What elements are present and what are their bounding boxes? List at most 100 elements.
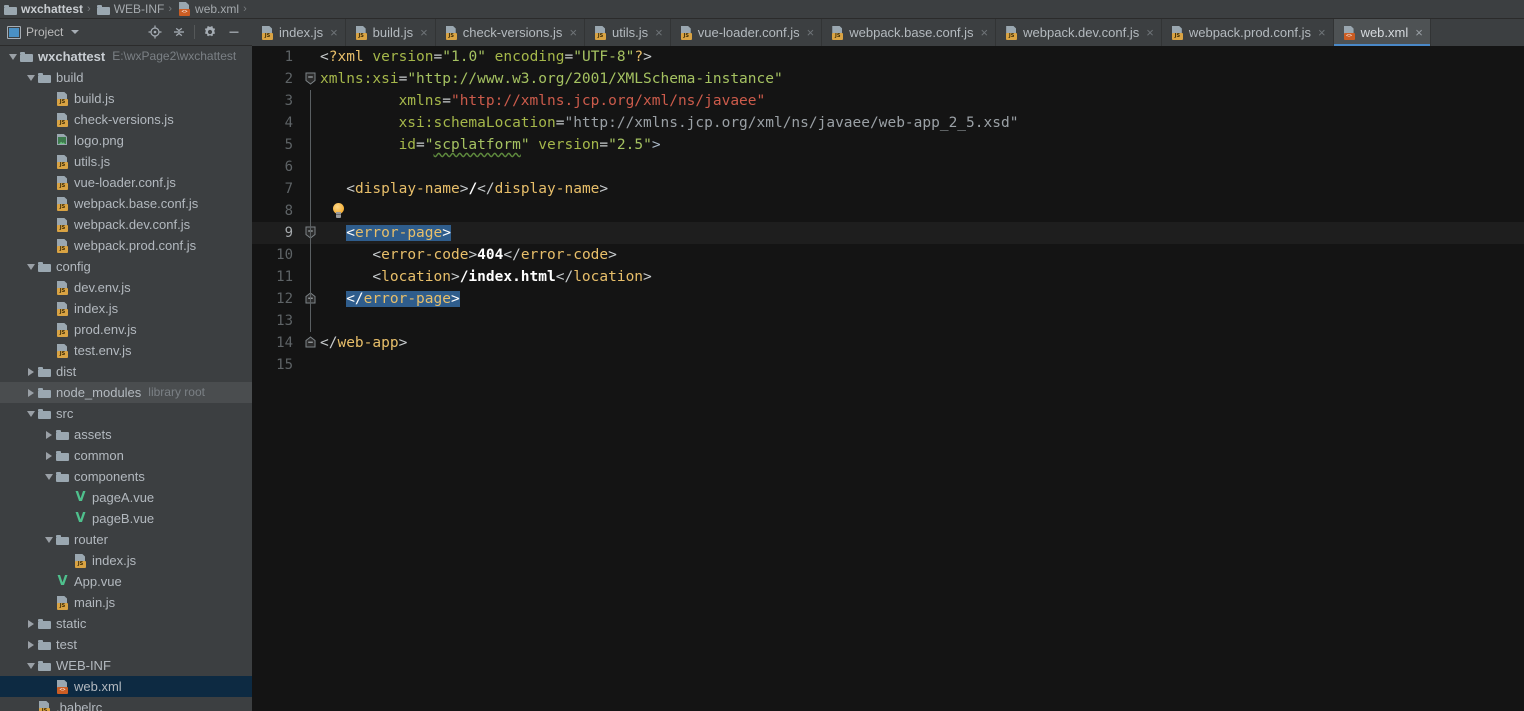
code-line[interactable]: 5 id="scplatform" version="2.5"> bbox=[252, 134, 1524, 156]
close-icon[interactable]: × bbox=[330, 26, 338, 39]
tree-file-row[interactable]: <>web.xml bbox=[0, 676, 252, 697]
code-line[interactable]: 12 </error-page> bbox=[252, 288, 1524, 310]
code-line[interactable]: 6 bbox=[252, 156, 1524, 178]
tree-file-row[interactable]: JStest.env.js bbox=[0, 340, 252, 361]
editor-tab[interactable]: JSwebpack.prod.conf.js× bbox=[1162, 19, 1334, 46]
code-line[interactable]: 9 <error-page> bbox=[252, 222, 1524, 244]
fold-gutter[interactable] bbox=[302, 332, 318, 354]
tree-file-row[interactable]: JSbuild.js bbox=[0, 88, 252, 109]
fold-gutter[interactable] bbox=[302, 112, 318, 134]
intention-bulb-icon[interactable] bbox=[332, 203, 345, 219]
close-icon[interactable]: × bbox=[1415, 26, 1423, 39]
editor-tab[interactable]: JScheck-versions.js× bbox=[436, 19, 585, 46]
collapse-all-icon[interactable] bbox=[167, 21, 191, 43]
tree-file-row[interactable]: JSdev.env.js bbox=[0, 277, 252, 298]
tree-folder-row[interactable]: config bbox=[0, 256, 252, 277]
tree-file-row[interactable]: JSwebpack.prod.conf.js bbox=[0, 235, 252, 256]
tree-folder-row[interactable]: WEB-INF bbox=[0, 655, 252, 676]
tree-folder-row[interactable]: components bbox=[0, 466, 252, 487]
collapse-arrow-icon[interactable] bbox=[24, 67, 38, 88]
close-icon[interactable]: × bbox=[807, 26, 815, 39]
tree-file-row[interactable]: VpageA.vue bbox=[0, 487, 252, 508]
fold-gutter[interactable] bbox=[302, 288, 318, 310]
tree-folder-row[interactable]: src bbox=[0, 403, 252, 424]
collapse-arrow-icon[interactable] bbox=[6, 46, 20, 67]
breadcrumb-item-project[interactable]: wxchattest bbox=[0, 0, 85, 18]
fold-gutter[interactable] bbox=[302, 266, 318, 288]
code-line[interactable]: 2xmlns:xsi="http://www.w3.org/2001/XMLSc… bbox=[252, 68, 1524, 90]
collapse-arrow-icon[interactable] bbox=[24, 655, 38, 676]
expand-arrow-icon[interactable] bbox=[24, 634, 38, 655]
project-tree[interactable]: wxchattestE:\wxPage2\wxchattestbuildJSbu… bbox=[0, 46, 252, 711]
fold-gutter[interactable] bbox=[302, 46, 318, 68]
fold-start-icon[interactable] bbox=[305, 72, 316, 85]
fold-gutter[interactable] bbox=[302, 310, 318, 332]
tree-file-row[interactable]: logo.png bbox=[0, 130, 252, 151]
fold-gutter[interactable] bbox=[302, 156, 318, 178]
editor-tab[interactable]: <>web.xml× bbox=[1334, 19, 1431, 46]
tree-file-row[interactable]: JSwebpack.dev.conf.js bbox=[0, 214, 252, 235]
code-line[interactable]: 13 bbox=[252, 310, 1524, 332]
editor-tab[interactable]: JSwebpack.dev.conf.js× bbox=[996, 19, 1162, 46]
tree-folder-row[interactable]: common bbox=[0, 445, 252, 466]
breadcrumb-item-webxml[interactable]: <> web.xml bbox=[174, 0, 241, 18]
close-icon[interactable]: × bbox=[655, 26, 663, 39]
editor-tab[interactable]: JSutils.js× bbox=[585, 19, 671, 46]
tree-file-row[interactable]: JSindex.js bbox=[0, 298, 252, 319]
fold-end-icon[interactable] bbox=[305, 336, 316, 349]
tree-file-row[interactable]: JScheck-versions.js bbox=[0, 109, 252, 130]
tree-folder-row[interactable]: build bbox=[0, 67, 252, 88]
code-line[interactable]: 11 <location>/index.html</location> bbox=[252, 266, 1524, 288]
tree-folder-row[interactable]: assets bbox=[0, 424, 252, 445]
code-line[interactable]: 7 <display-name>/</display-name> bbox=[252, 178, 1524, 200]
close-icon[interactable]: × bbox=[420, 26, 428, 39]
code-line[interactable]: 3 xmlns="http://xmlns.jcp.org/xml/ns/jav… bbox=[252, 90, 1524, 112]
code-editor[interactable]: 1<?xml version="1.0" encoding="UTF-8"?>2… bbox=[252, 46, 1524, 711]
tree-folder-row[interactable]: node_moduleslibrary root bbox=[0, 382, 252, 403]
tree-folder-row[interactable]: wxchattestE:\wxPage2\wxchattest bbox=[0, 46, 252, 67]
code-line[interactable]: 8 bbox=[252, 200, 1524, 222]
expand-arrow-icon[interactable] bbox=[24, 361, 38, 382]
tree-folder-row[interactable]: router bbox=[0, 529, 252, 550]
collapse-arrow-icon[interactable] bbox=[42, 529, 56, 550]
fold-gutter[interactable] bbox=[302, 200, 318, 222]
tree-file-row[interactable]: JSutils.js bbox=[0, 151, 252, 172]
tree-file-row[interactable]: VApp.vue bbox=[0, 571, 252, 592]
close-icon[interactable]: × bbox=[981, 26, 989, 39]
code-line[interactable]: 14</web-app> bbox=[252, 332, 1524, 354]
tree-file-row[interactable]: JSmain.js bbox=[0, 592, 252, 613]
editor-tab[interactable]: JSvue-loader.conf.js× bbox=[671, 19, 823, 46]
fold-gutter[interactable] bbox=[302, 222, 318, 244]
collapse-arrow-icon[interactable] bbox=[42, 466, 56, 487]
tree-folder-row[interactable]: static bbox=[0, 613, 252, 634]
close-icon[interactable]: × bbox=[1146, 26, 1154, 39]
code-line[interactable]: 10 <error-code>404</error-code> bbox=[252, 244, 1524, 266]
code-line[interactable]: 15 bbox=[252, 354, 1524, 376]
tree-file-row[interactable]: VpageB.vue bbox=[0, 508, 252, 529]
expand-arrow-icon[interactable] bbox=[42, 424, 56, 445]
tree-file-row[interactable]: JSprod.env.js bbox=[0, 319, 252, 340]
close-icon[interactable]: × bbox=[569, 26, 577, 39]
code-line[interactable]: 1<?xml version="1.0" encoding="UTF-8"?> bbox=[252, 46, 1524, 68]
tree-folder-row[interactable]: test bbox=[0, 634, 252, 655]
project-panel-title-button[interactable]: Project bbox=[0, 25, 79, 39]
collapse-arrow-icon[interactable] bbox=[24, 403, 38, 424]
gear-icon[interactable] bbox=[198, 21, 222, 43]
expand-arrow-icon[interactable] bbox=[24, 613, 38, 634]
tree-file-row[interactable]: JSvue-loader.conf.js bbox=[0, 172, 252, 193]
fold-gutter[interactable] bbox=[302, 354, 318, 376]
fold-gutter[interactable] bbox=[302, 90, 318, 112]
expand-arrow-icon[interactable] bbox=[24, 382, 38, 403]
minimize-icon[interactable] bbox=[222, 21, 246, 43]
editor-tab[interactable]: JSwebpack.base.conf.js× bbox=[822, 19, 996, 46]
tree-file-row[interactable]: JS.babelrc bbox=[0, 697, 252, 711]
fold-gutter[interactable] bbox=[302, 134, 318, 156]
tree-file-row[interactable]: JSwebpack.base.conf.js bbox=[0, 193, 252, 214]
editor-tab[interactable]: JSbuild.js× bbox=[346, 19, 436, 46]
fold-gutter[interactable] bbox=[302, 178, 318, 200]
fold-gutter[interactable] bbox=[302, 68, 318, 90]
locate-icon[interactable] bbox=[143, 21, 167, 43]
breadcrumb-item-webinf[interactable]: WEB-INF bbox=[93, 0, 167, 18]
fold-gutter[interactable] bbox=[302, 244, 318, 266]
expand-arrow-icon[interactable] bbox=[42, 445, 56, 466]
